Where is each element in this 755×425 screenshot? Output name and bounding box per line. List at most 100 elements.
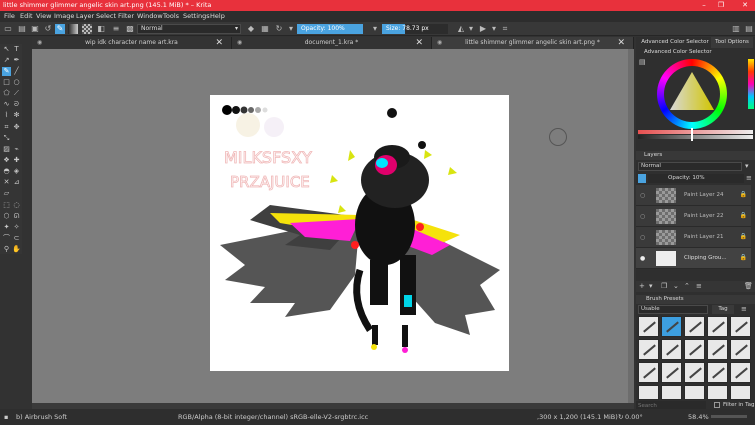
polygon-tool-icon[interactable]: ⬠	[2, 89, 11, 98]
zoom-level[interactable]: 58.4%	[688, 409, 709, 425]
enclose-fill-icon[interactable]: ◈	[12, 167, 21, 176]
multibrush-icon[interactable]: ✻	[12, 111, 21, 120]
chevron-down-icon[interactable]: ▾	[286, 24, 296, 34]
reload-preset-icon[interactable]: ↻	[274, 24, 284, 34]
brush-preset[interactable]	[684, 339, 705, 360]
move-layer-down-icon[interactable]: ⌄	[673, 282, 679, 291]
chevron-down-icon[interactable]: ▾	[370, 24, 380, 34]
tab-document-1[interactable]: ◉ document_1.kra * ✕	[232, 37, 432, 49]
tab-wip-character[interactable]: ◉ wip idk character name art.kra ✕	[32, 37, 232, 49]
brush-preset[interactable]	[707, 362, 728, 383]
canvas-image[interactable]: MILKSFSXY PRZAJUICE	[210, 95, 509, 371]
chevron-down-icon[interactable]: ▾	[489, 24, 499, 34]
freehand-select-icon[interactable]: ᘏ	[12, 212, 21, 221]
edit-shapes-icon[interactable]: ↗	[2, 56, 11, 65]
eye-icon[interactable]: ○	[640, 227, 645, 248]
similar-select-icon[interactable]: ✧	[12, 223, 21, 232]
layer-row[interactable]: ○ Paint Layer 21 🔒	[636, 227, 751, 248]
rectangle-tool-icon[interactable]: □	[2, 78, 11, 87]
workspace-icon[interactable]: ▥	[731, 24, 741, 34]
layer-row[interactable]: ○ Paint Layer 22 🔒	[636, 206, 751, 227]
shade-slider-2[interactable]	[638, 135, 753, 139]
brush-preset[interactable]	[661, 339, 682, 360]
layer-lock-icon[interactable]: 🔒	[740, 191, 747, 198]
brush-preset[interactable]	[638, 316, 659, 337]
shade-slider-1[interactable]	[638, 130, 753, 134]
ellipse-select-icon[interactable]: ◌	[12, 201, 21, 210]
brush-preset[interactable]	[707, 339, 728, 360]
eye-icon[interactable]: ●	[640, 248, 645, 269]
zoom-slider[interactable]	[711, 415, 747, 418]
brush-preset[interactable]	[730, 385, 751, 400]
brush-preset[interactable]	[638, 362, 659, 383]
layer-lock-icon[interactable]: 🔒	[740, 233, 747, 240]
calligraphy-icon[interactable]: ✒	[12, 56, 21, 65]
layer-lock-icon[interactable]: 🔒	[740, 212, 747, 219]
dynamic-brush-icon[interactable]: ⌇	[2, 111, 11, 120]
brush-preset[interactable]	[707, 385, 728, 400]
brush-preset[interactable]	[730, 362, 751, 383]
brush-preset[interactable]	[730, 339, 751, 360]
chevron-down-icon[interactable]: ▾	[466, 24, 476, 34]
menu-view[interactable]: View	[36, 11, 51, 22]
eye-icon[interactable]: ○	[640, 185, 645, 206]
color-settings-icon[interactable]: ▤	[639, 58, 646, 67]
close-tab-icon[interactable]: ✕	[415, 37, 423, 49]
brush-preset[interactable]	[684, 385, 705, 400]
brush-preset[interactable]	[684, 362, 705, 383]
brush-preset[interactable]	[661, 385, 682, 400]
color-triangle[interactable]	[664, 66, 720, 122]
menu-filter[interactable]: Filter	[118, 11, 134, 22]
brush-preset[interactable]	[730, 316, 751, 337]
zoom-tool-icon[interactable]: ⚲	[2, 245, 11, 254]
move-layer-up-icon[interactable]: ⌃	[684, 282, 690, 291]
preserve-alpha-icon[interactable]: ▦	[260, 24, 270, 34]
brush-preset[interactable]	[661, 316, 682, 337]
polygon-select-icon[interactable]: ⬡	[2, 212, 11, 221]
menu-tools[interactable]: Tools	[163, 11, 179, 22]
pattern-icon[interactable]	[82, 24, 92, 34]
layer-row[interactable]: ○ Paint Layer 24 🔒	[636, 185, 751, 206]
chevron-down-icon[interactable]: ▾	[649, 282, 653, 291]
color-wheel[interactable]	[657, 59, 727, 129]
duplicate-layer-icon[interactable]: ❐	[661, 282, 667, 291]
recent-colors-strip[interactable]	[748, 59, 754, 109]
save-icon[interactable]: ▣	[30, 24, 40, 34]
add-layer-icon[interactable]: +	[639, 282, 645, 291]
brush-preset[interactable]	[707, 316, 728, 337]
tag-button[interactable]: Tag	[712, 305, 734, 314]
colorize-mask-icon[interactable]: ❖	[2, 156, 11, 165]
brush-presets-icon[interactable]: ≡	[111, 24, 121, 34]
rotation-value[interactable]: 0.00°	[625, 409, 643, 425]
polyline-tool-icon[interactable]: ⟋	[12, 89, 21, 98]
brush-preset[interactable]	[638, 385, 659, 400]
layer-blend-select[interactable]: Normal	[638, 162, 742, 171]
layer-filter-icon[interactable]: ▾	[745, 162, 749, 171]
reference-tool-icon[interactable]: ▱	[2, 189, 11, 198]
close-tab-icon[interactable]: ✕	[215, 37, 223, 49]
filter-in-tag-checkbox[interactable]	[714, 402, 720, 408]
opacity-slider[interactable]: Opacity: 100%	[297, 24, 363, 34]
menu-layer[interactable]: Layer	[76, 11, 94, 22]
size-slider[interactable]: Size: 78.73 px	[382, 24, 448, 34]
close-button[interactable]: ✕	[738, 0, 752, 11]
measure-tool-icon[interactable]: ⊿	[12, 178, 21, 187]
new-document-icon[interactable]: ▭	[3, 24, 13, 34]
line-tool-icon[interactable]: ╱	[12, 67, 21, 76]
menu-select[interactable]: Select	[96, 11, 116, 22]
mirror-vertical-icon[interactable]: ▶	[478, 24, 488, 34]
brush-tag-select[interactable]: Usable	[638, 305, 708, 314]
blend-mode-select[interactable]: Normal ▾	[137, 24, 241, 34]
bezier-select-icon[interactable]: ⌒	[2, 234, 11, 243]
mirror-horizontal-icon[interactable]: ◭	[456, 24, 466, 34]
layer-row[interactable]: ● Clipping Grou... 🔒	[636, 248, 751, 269]
text-tool-icon[interactable]: T	[12, 45, 21, 54]
close-tab-icon[interactable]: ✕	[617, 37, 625, 49]
select-shapes-icon[interactable]: ↖	[2, 45, 11, 54]
menu-settings[interactable]: Settings	[183, 11, 210, 22]
undo-icon[interactable]: ↺	[43, 24, 53, 34]
color-picker-icon[interactable]: ⌁	[12, 145, 21, 154]
brush-preset[interactable]	[638, 339, 659, 360]
layer-color-swatch[interactable]	[638, 174, 646, 183]
brush-view-options-icon[interactable]: ≡	[741, 305, 747, 314]
